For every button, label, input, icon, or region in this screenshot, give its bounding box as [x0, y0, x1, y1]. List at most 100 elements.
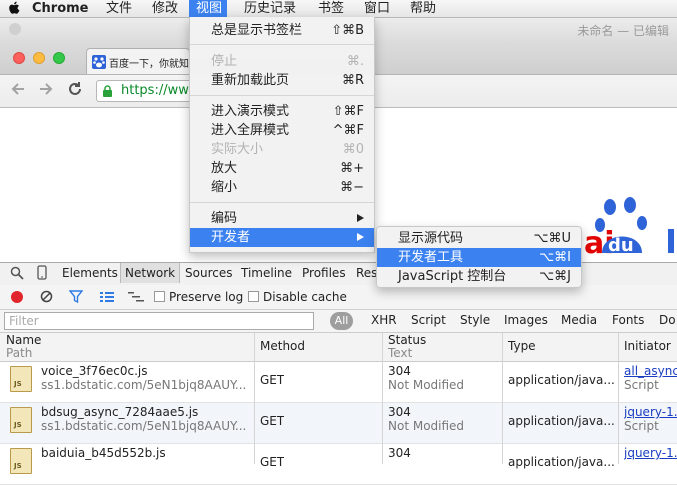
initiator-type: Script — [624, 378, 659, 392]
menu-item-view-source[interactable]: 显示源代码 ⌥⌘U — [377, 229, 581, 248]
submenu-arrow-icon — [357, 214, 364, 222]
menu-separator — [190, 44, 374, 45]
column-divider[interactable] — [382, 333, 383, 464]
request-status-code: 304 — [388, 364, 411, 378]
menu-item-shortcut: ⌘+ — [340, 161, 364, 176]
menu-item-shortcut: ^⌘F — [332, 123, 364, 138]
minimize-window-button[interactable] — [33, 52, 45, 64]
menu-file[interactable]: 文件 — [99, 0, 139, 17]
request-name[interactable]: baiduia_b45d552b.js — [41, 446, 251, 460]
request-status: 304 Not Modified — [388, 405, 464, 433]
clear-icon[interactable] — [40, 290, 53, 306]
menu-item-label: 放大 — [211, 161, 238, 176]
menu-item-fullscreen[interactable]: 进入全屏模式 ^⌘F — [190, 121, 374, 140]
lock-icon — [102, 85, 112, 97]
column-name-label: Name — [6, 333, 42, 347]
menu-item-encoding[interactable]: 编码 — [190, 209, 374, 228]
forward-arrow-icon[interactable] — [38, 81, 54, 102]
column-status[interactable]: Status Text — [388, 333, 426, 362]
filter-type-media[interactable]: Media — [561, 313, 597, 327]
column-divider[interactable] — [618, 333, 619, 464]
menu-history[interactable]: 历史记录 — [237, 0, 303, 17]
filter-type-fonts[interactable]: Fonts — [612, 313, 644, 327]
baidu-favicon-icon — [92, 55, 106, 69]
address-bar[interactable]: https://ww — [96, 80, 196, 102]
disable-cache-checkbox[interactable] — [248, 291, 259, 302]
record-icon[interactable] — [11, 291, 23, 303]
menu-edit[interactable]: 修改 — [145, 0, 185, 17]
filter-type-style[interactable]: Style — [460, 313, 490, 327]
menu-help[interactable]: 帮助 — [403, 0, 443, 17]
overview-icon[interactable] — [128, 291, 144, 306]
column-divider[interactable] — [502, 333, 503, 464]
device-mode-icon[interactable] — [37, 265, 47, 283]
menu-item-actual-size[interactable]: 实际大小 ⌘0 — [190, 140, 374, 159]
filter-type-documents[interactable]: Do — [659, 313, 676, 327]
filter-type-script[interactable]: Script — [411, 313, 446, 327]
menu-item-reload[interactable]: 重新加载此页 ⌘R — [190, 71, 374, 90]
menu-item-shortcut: ⌘0 — [342, 142, 364, 157]
menu-separator — [190, 202, 374, 203]
browser-tab[interactable]: 百度一下，你就知 — [86, 48, 190, 74]
menu-item-zoom-out[interactable]: 缩小 ⌘− — [190, 178, 374, 197]
menu-item-shortcut: ⌘R — [341, 73, 364, 88]
close-window-button[interactable] — [13, 52, 25, 64]
address-url: https://ww — [121, 83, 189, 98]
apple-icon[interactable] — [8, 1, 20, 19]
menu-item-developer[interactable]: 开发者 — [190, 228, 374, 247]
filter-type-images[interactable]: Images — [504, 313, 548, 327]
request-type: application/java... — [508, 455, 615, 469]
menu-item-label: 编码 — [211, 211, 238, 226]
menu-window[interactable]: 窗口 — [357, 0, 397, 17]
request-method: GET — [260, 373, 285, 387]
window-close-icon[interactable] — [9, 23, 21, 35]
request-name[interactable]: voice_3f76ec0c.js ss1.bdstatic.com/5eN1b… — [41, 364, 251, 392]
menu-item-zoom-in[interactable]: 放大 ⌘+ — [190, 159, 374, 178]
request-status-code: 304 — [388, 405, 411, 419]
menu-item-label: JavaScript 控制台 — [398, 269, 507, 284]
filter-icon[interactable] — [68, 290, 84, 306]
menu-bookmarks[interactable]: 书签 — [311, 0, 351, 17]
preserve-log-checkbox[interactable] — [154, 291, 165, 302]
menu-item-label: 缩小 — [211, 180, 238, 195]
column-type-label: Type — [508, 339, 536, 353]
tab-elements[interactable]: Elements — [58, 263, 122, 283]
menu-item-javascript-console[interactable]: JavaScript 控制台 ⌥⌘J — [377, 267, 581, 286]
inspect-element-icon[interactable] — [10, 266, 24, 283]
request-status-code: 304 — [388, 446, 411, 460]
baidu-logo: ai du — [578, 193, 677, 263]
tab-sources[interactable]: Sources — [181, 263, 236, 283]
menu-app-chrome[interactable]: Chrome — [25, 0, 96, 17]
disable-cache-label: Disable cache — [263, 290, 347, 304]
request-name[interactable]: bdsug_async_7284aae5.js ss1.bdstatic.com… — [41, 405, 251, 433]
filter-type-all[interactable]: All — [330, 312, 353, 330]
menu-item-stop[interactable]: 停止 ⌘. — [190, 52, 374, 71]
zoom-window-button[interactable] — [53, 52, 65, 64]
reload-icon[interactable] — [67, 81, 83, 102]
initiator-link[interactable]: jquery-1. — [624, 446, 677, 460]
column-divider[interactable] — [254, 333, 255, 464]
initiator-link[interactable]: jquery-1. — [624, 405, 677, 419]
tab-network[interactable]: Network — [120, 263, 181, 283]
list-view-icon[interactable] — [100, 291, 114, 306]
back-arrow-icon[interactable] — [10, 81, 26, 102]
menu-item-shortcut: ⌥⌘U — [533, 231, 572, 246]
column-name[interactable]: Name Path — [6, 333, 41, 362]
menu-item-developer-tools[interactable]: 开发者工具 ⌥⌘I — [377, 248, 581, 267]
request-path-text: ss1.bdstatic.com/5eN1bjq8AAUY... — [41, 378, 247, 392]
menu-item-presentation-mode[interactable]: 进入演示模式 ⇧⌘F — [190, 102, 374, 121]
menu-item-show-bookmarks-bar[interactable]: 总是显示书签栏 ⇧⌘B — [190, 21, 374, 40]
filter-type-xhr[interactable]: XHR — [371, 313, 397, 327]
request-path-text: ss1.bdstatic.com/5eN1bjq8AAUY... — [41, 419, 247, 433]
menu-separator — [190, 95, 374, 96]
request-name-text: baiduia_b45d552b.js — [41, 446, 166, 460]
tab-profiles[interactable]: Profiles — [298, 263, 350, 283]
network-table-header — [0, 333, 677, 362]
request-status: 304 — [388, 446, 411, 460]
menu-view[interactable]: 视图 — [189, 0, 227, 17]
filter-input[interactable] — [4, 312, 314, 330]
initiator-link[interactable]: all_async — [624, 364, 677, 378]
js-file-icon: JS — [10, 366, 32, 392]
tab-timeline[interactable]: Timeline — [237, 263, 296, 283]
request-status-text: Not Modified — [388, 419, 465, 433]
